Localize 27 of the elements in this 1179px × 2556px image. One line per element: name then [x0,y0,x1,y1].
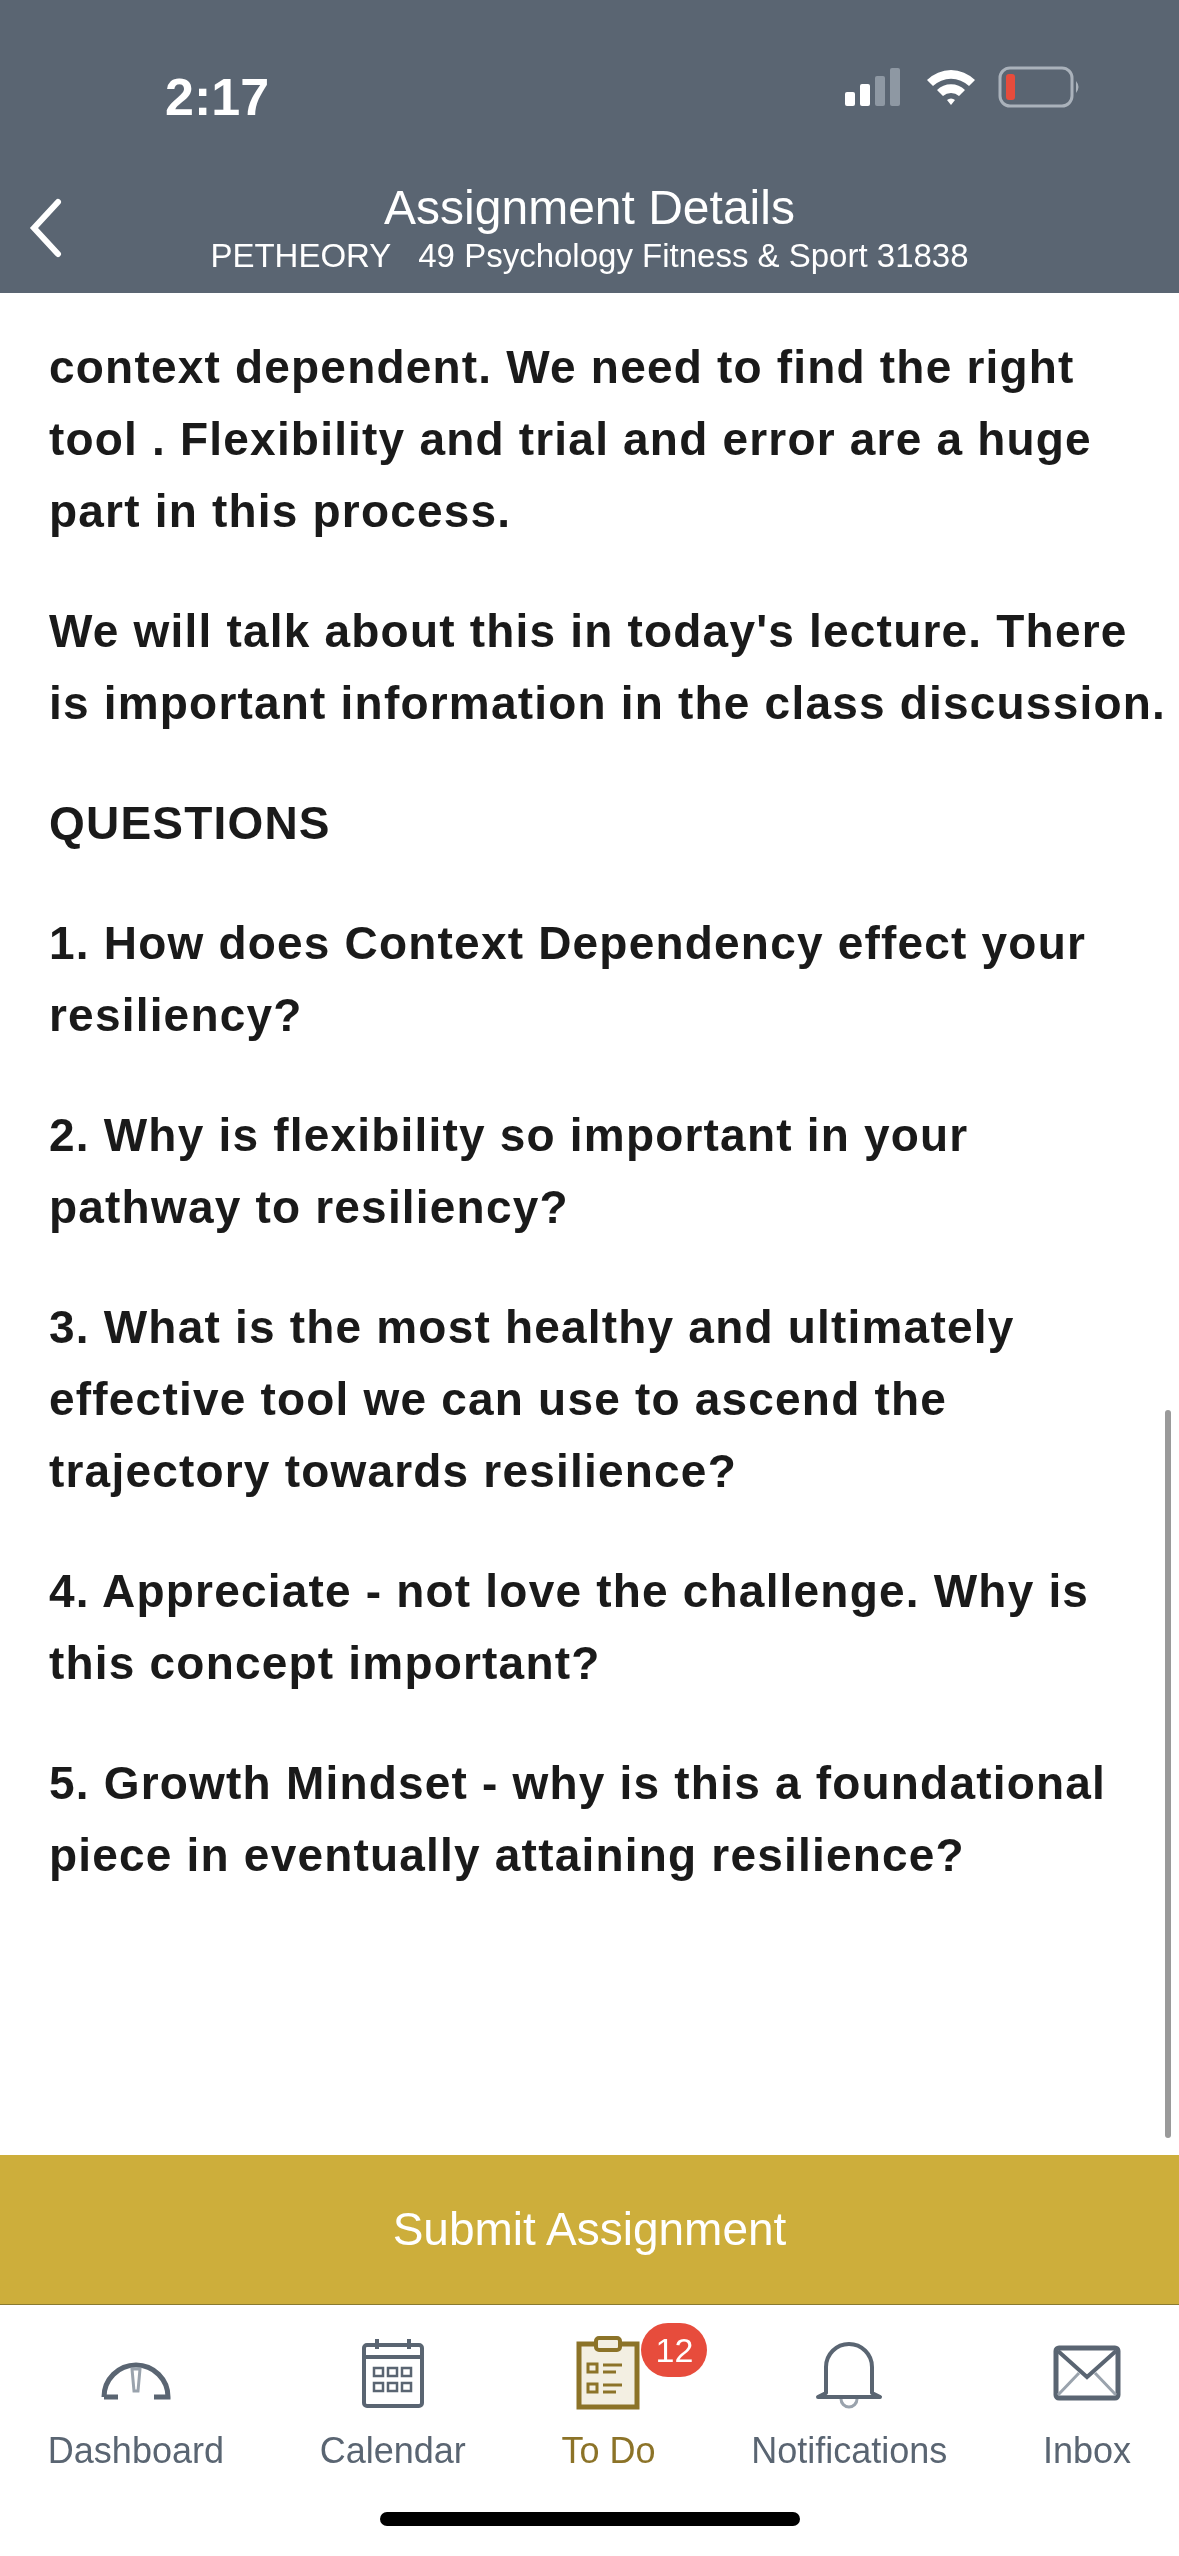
tab-item[interactable]: Calendar [319,2335,466,2473]
clipboard-icon [576,2336,641,2410]
body-text: 1. How does Context Dependency effect your resiliency? [49,916,1088,1043]
body-text: 3. What is the most healthy and ultimately effective tool we can use to ascend the trajectory towards resilience? [49,1300,1016,1499]
count-badge: 12 [641,2323,708,2377]
body-text: 5. Growth Mindset - why is this a foundational piece in eventually attaining resilience? [49,1756,1108,1883]
tab-label: Notifications [751,2429,948,2473]
signal-icon [845,68,901,106]
body-text: QUESTIONS [49,796,332,851]
tab-label: Inbox [1043,2429,1132,2473]
calendar-icon [360,2337,425,2409]
tab-label: Calendar [319,2429,466,2473]
status-time: 2:17 [165,67,270,128]
tab-label: To Do [561,2429,656,2473]
page-title: Assignment Details [383,180,796,236]
tab-item[interactable]: Notifications [751,2335,948,2473]
tab-label: Dashboard [47,2429,224,2473]
body-text: 2. Why is flexibility so important in your pathway to resiliency? [49,1108,970,1235]
tab-item[interactable]: Inbox [1043,2335,1132,2473]
course-subtitle: PETHEORY 49 Psychology Fitness & Sport 31838 [209,236,970,276]
body-text: context dependent. We need to find the right tool . Flexibility and trial and error are a huge part in this process. [49,340,1093,539]
tab-item[interactable]: Dashboard [47,2335,224,2473]
body-text: We will talk about this in today's lecture. There is important information in the class discussion. [49,604,1167,731]
back-icon[interactable] [28,198,64,258]
wifi-icon [925,68,977,106]
body-text: 4. Appreciate - not love the challenge. Why is this concept important? [49,1564,1091,1691]
envelope-icon [1053,2345,1122,2401]
